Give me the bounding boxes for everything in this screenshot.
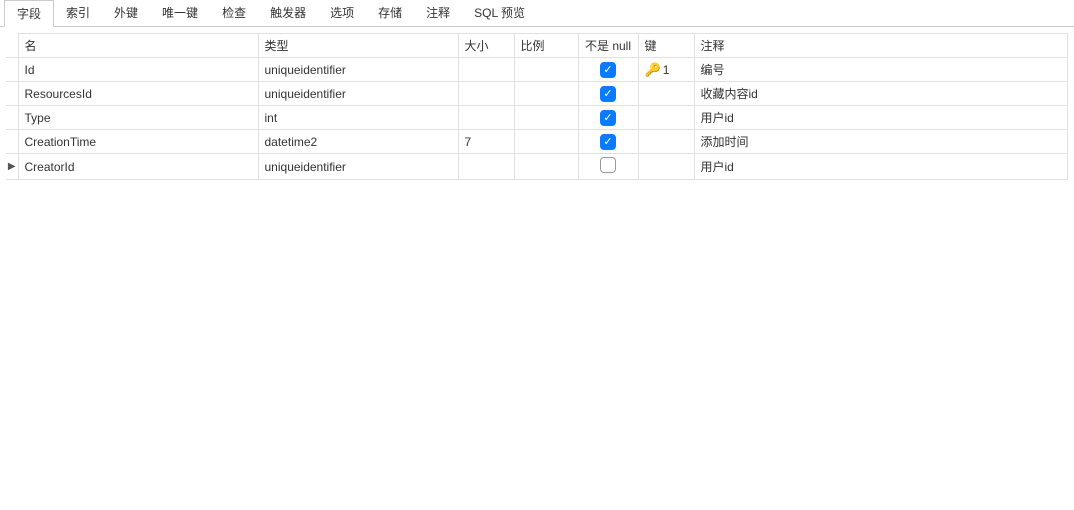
tab-6[interactable]: 选项 bbox=[318, 0, 366, 26]
col-header-comment[interactable]: 注释 bbox=[694, 34, 1068, 58]
key-number: 1 bbox=[663, 63, 670, 77]
cell-type[interactable]: uniqueidentifier bbox=[258, 58, 458, 82]
tab-4[interactable]: 检查 bbox=[210, 0, 258, 26]
table-row[interactable]: ResourcesIduniqueidentifier ✓ 收藏内容id bbox=[6, 82, 1068, 106]
col-header-size[interactable]: 大小 bbox=[458, 34, 514, 58]
cell-notnull[interactable] bbox=[578, 154, 638, 180]
cell-key[interactable] bbox=[638, 106, 694, 130]
tab-0[interactable]: 字段 bbox=[4, 0, 54, 27]
key-icon: 🔑 bbox=[645, 63, 661, 76]
checkbox-icon[interactable]: ✓ bbox=[600, 134, 616, 150]
cell-comment[interactable]: 编号 bbox=[694, 58, 1068, 82]
tab-1[interactable]: 索引 bbox=[54, 0, 102, 26]
cell-name[interactable]: CreatorId bbox=[18, 154, 258, 180]
cell-type[interactable]: uniqueidentifier bbox=[258, 82, 458, 106]
table-row[interactable]: Iduniqueidentifier✓🔑1编号 bbox=[6, 58, 1068, 82]
cell-key[interactable]: 🔑1 bbox=[638, 58, 694, 82]
cell-scale[interactable] bbox=[514, 130, 578, 154]
cell-name[interactable]: Type bbox=[18, 106, 258, 130]
col-header-type[interactable]: 类型 bbox=[258, 34, 458, 58]
col-header-notnull[interactable]: 不是 null bbox=[578, 34, 638, 58]
cell-notnull[interactable]: ✓ bbox=[578, 82, 638, 106]
checkbox-icon[interactable]: ✓ bbox=[600, 86, 616, 102]
row-marker bbox=[6, 106, 18, 130]
cell-scale[interactable] bbox=[514, 154, 578, 180]
col-header-scale[interactable]: 比例 bbox=[514, 34, 578, 58]
cell-key[interactable] bbox=[638, 154, 694, 180]
checkbox-icon[interactable]: ✓ bbox=[600, 62, 616, 78]
cell-type[interactable]: int bbox=[258, 106, 458, 130]
row-marker bbox=[6, 58, 18, 82]
table-row[interactable]: ▶CreatorIduniqueidentifier 用户id bbox=[6, 154, 1068, 180]
table-row[interactable]: Typeint ✓ 用户id bbox=[6, 106, 1068, 130]
checkbox-icon[interactable] bbox=[600, 157, 616, 173]
table-row[interactable]: CreationTimedatetime27 ✓ 添加时间 bbox=[6, 130, 1068, 154]
cell-type[interactable]: uniqueidentifier bbox=[258, 154, 458, 180]
tabs-bar: 字段索引外键唯一键检查触发器选项存储注释SQL 预览 bbox=[0, 0, 1074, 27]
cell-key[interactable] bbox=[638, 130, 694, 154]
tab-8[interactable]: 注释 bbox=[414, 0, 462, 26]
cell-scale[interactable] bbox=[514, 106, 578, 130]
cell-notnull[interactable]: ✓ bbox=[578, 130, 638, 154]
cell-size[interactable] bbox=[458, 106, 514, 130]
tab-2[interactable]: 外键 bbox=[102, 0, 150, 26]
tab-5[interactable]: 触发器 bbox=[258, 0, 318, 26]
cell-name[interactable]: ResourcesId bbox=[18, 82, 258, 106]
cell-key[interactable] bbox=[638, 82, 694, 106]
cell-name[interactable]: CreationTime bbox=[18, 130, 258, 154]
cell-notnull[interactable]: ✓ bbox=[578, 58, 638, 82]
tab-9[interactable]: SQL 预览 bbox=[462, 0, 537, 26]
row-marker bbox=[6, 82, 18, 106]
tab-7[interactable]: 存储 bbox=[366, 0, 414, 26]
row-marker: ▶ bbox=[6, 154, 18, 180]
col-header-key[interactable]: 键 bbox=[638, 34, 694, 58]
cell-comment[interactable]: 收藏内容id bbox=[694, 82, 1068, 106]
row-marker bbox=[6, 130, 18, 154]
cell-size[interactable] bbox=[458, 154, 514, 180]
cell-scale[interactable] bbox=[514, 82, 578, 106]
cell-comment[interactable]: 用户id bbox=[694, 154, 1068, 180]
cell-comment[interactable]: 用户id bbox=[694, 106, 1068, 130]
cell-size[interactable] bbox=[458, 58, 514, 82]
fields-table: 名 类型 大小 比例 不是 null 键 注释 Iduniqueidentifi… bbox=[6, 33, 1068, 180]
cell-notnull[interactable]: ✓ bbox=[578, 106, 638, 130]
col-header-name[interactable]: 名 bbox=[18, 34, 258, 58]
cell-scale[interactable] bbox=[514, 58, 578, 82]
checkbox-icon[interactable]: ✓ bbox=[600, 110, 616, 126]
tab-3[interactable]: 唯一键 bbox=[150, 0, 210, 26]
cell-size[interactable]: 7 bbox=[458, 130, 514, 154]
cell-name[interactable]: Id bbox=[18, 58, 258, 82]
cell-comment[interactable]: 添加时间 bbox=[694, 130, 1068, 154]
cell-size[interactable] bbox=[458, 82, 514, 106]
cell-type[interactable]: datetime2 bbox=[258, 130, 458, 154]
